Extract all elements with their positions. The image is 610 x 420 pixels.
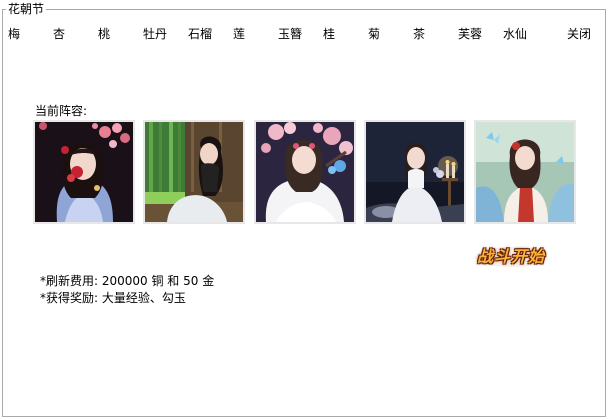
character-portrait-candlelight-icon [366,122,464,222]
flower-tab-bar: 梅 杏 桃 牡丹 石榴 莲 玉簪 桂 菊 茶 芙蓉 水仙 关闭 [0,26,610,44]
current-lineup-label: 当前阵容: [35,104,88,118]
tab-peach[interactable]: 桃 [98,26,110,42]
character-portrait-cherry-blossom-night-icon [256,122,354,222]
lineup-card-5[interactable] [474,120,576,224]
tab-plum[interactable]: 梅 [8,26,20,42]
tab-hibiscus[interactable]: 芙蓉 [458,26,482,42]
character-portrait-red-flowers-icon [35,122,133,222]
tab-apricot[interactable]: 杏 [53,26,65,42]
reward-text: *获得奖励: 大量经验、勾玉 [40,291,186,305]
close-button[interactable]: 关闭 [567,26,591,42]
current-lineup [33,120,578,224]
tab-osmanthus[interactable]: 桂 [323,26,335,42]
tab-jade-hairpin[interactable]: 玉簪 [278,26,302,42]
lineup-card-4[interactable] [364,120,466,224]
character-portrait-bamboo-porch-icon [145,122,243,222]
window-title: 花朝节 [6,1,47,17]
tab-narcissus[interactable]: 水仙 [503,26,527,42]
refresh-cost-text: *刷新费用: 200000 铜 和 50 金 [40,274,215,288]
tab-camellia[interactable]: 茶 [413,26,425,42]
tab-chrysanthemum[interactable]: 菊 [368,26,380,42]
start-battle-label: 战斗开始 [476,247,545,266]
lineup-card-1[interactable] [33,120,135,224]
tab-lotus[interactable]: 莲 [233,26,245,42]
start-battle-button[interactable]: 战斗开始 [474,246,548,268]
tab-peony[interactable]: 牡丹 [143,26,167,42]
character-portrait-butterfly-garden-icon [476,122,574,222]
lineup-card-2[interactable] [143,120,245,224]
tab-pomegranate[interactable]: 石榴 [188,26,212,42]
lineup-card-3[interactable] [254,120,356,224]
